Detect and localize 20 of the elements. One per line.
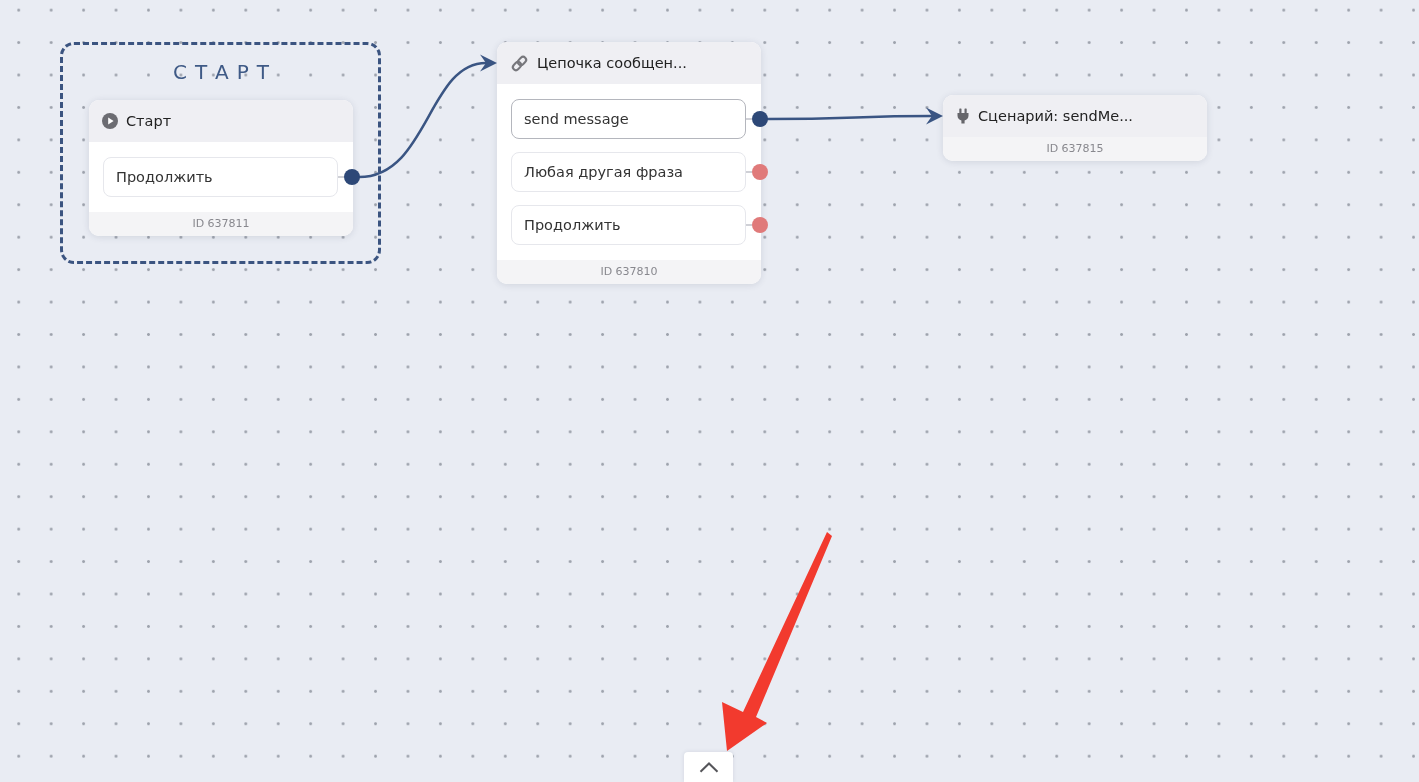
chevron-up-icon (698, 761, 719, 773)
node-id-label: ID 637811 (89, 212, 353, 236)
port-dot[interactable] (344, 169, 360, 185)
node-title: Старт (126, 113, 172, 129)
group-title: СТАРТ (171, 59, 278, 86)
node-id-label: ID 637810 (497, 260, 761, 284)
output-button[interactable]: Продолжить (511, 205, 746, 245)
play-circle-icon (102, 113, 118, 129)
node-title: Цепочка сообщен... (537, 55, 687, 71)
port-dot[interactable] (752, 217, 768, 233)
port-dot[interactable] (752, 111, 768, 127)
panel-toggle-button[interactable] (684, 752, 733, 782)
plug-icon (956, 108, 970, 124)
output-button[interactable]: send message (511, 99, 746, 139)
node-title: Сценарий: sendMe... (978, 108, 1133, 124)
node-id-label: ID 637815 (943, 137, 1207, 161)
output-button[interactable]: Любая другая фраза (511, 152, 746, 192)
output-button[interactable]: Продолжить (103, 157, 338, 197)
link-icon (510, 53, 529, 73)
port-dot[interactable] (752, 164, 768, 180)
